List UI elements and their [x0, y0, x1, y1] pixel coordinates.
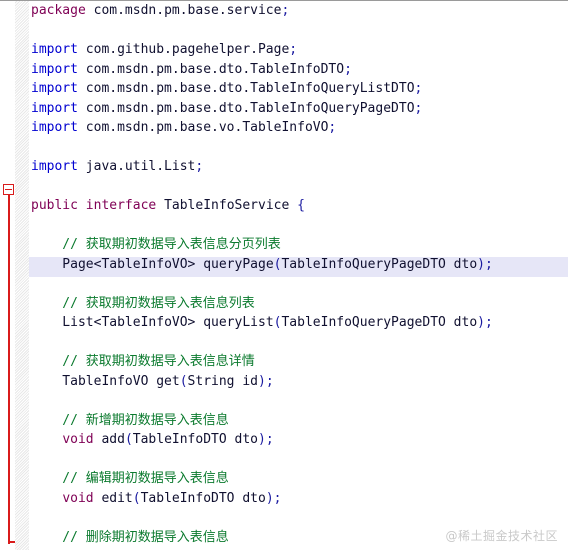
- code-line-blank[interactable]: [29, 508, 568, 528]
- code-token: import: [31, 81, 78, 96]
- code-token: ;: [328, 120, 337, 135]
- code-token: TableInfoDTO dto: [140, 490, 266, 506]
- code-line[interactable]: import java.util.List;: [29, 157, 568, 177]
- code-line[interactable]: import com.github.pagehelper.Page;: [29, 40, 568, 60]
- code-line-blank[interactable]: [29, 333, 568, 353]
- code-token: void: [62, 432, 94, 447]
- code-line[interactable]: void edit(TableInfoDTO dto);: [29, 489, 568, 509]
- code-token: List: [31, 315, 94, 330]
- code-token: 获取期初数据导入表信息分页列表: [85, 237, 281, 252]
- code-token: com.github.pagehelper.Page: [77, 42, 290, 57]
- code-token: String id: [187, 373, 258, 389]
- code-token: add: [93, 432, 125, 447]
- code-token: TableInfoQueryPageDTO dto: [281, 256, 478, 272]
- code-token: queryList: [195, 315, 274, 330]
- code-line[interactable]: // 获取期初数据导入表信息分页列表: [29, 235, 568, 255]
- code-line[interactable]: public interface TableInfoService {: [29, 196, 568, 216]
- code-token: import: [31, 159, 78, 174]
- code-line[interactable]: import com.msdn.pm.base.vo.TableInfoVO;: [29, 118, 568, 138]
- code-token: package: [31, 3, 86, 18]
- code-line[interactable]: Page<TableInfoVO> queryPage(TableInfoQue…: [29, 255, 568, 275]
- code-token: TableInfoDTO dto: [132, 432, 258, 447]
- code-token: (: [179, 373, 188, 389]
- fold-region-line-foot: [8, 541, 15, 543]
- code-token: import: [31, 42, 78, 57]
- code-token: queryPage: [195, 256, 274, 272]
- editor-gutter[interactable]: [0, 1, 29, 550]
- code-editor[interactable]: package com.msdn.pm.base.service; import…: [0, 0, 568, 550]
- code-token: );: [477, 315, 493, 330]
- code-token: void: [62, 490, 94, 506]
- code-line-blank[interactable]: [29, 21, 568, 41]
- code-line[interactable]: List<TableInfoVO> queryList(TableInfoQue…: [29, 313, 568, 333]
- code-token: com.msdn.pm.base.dto.TableInfoQueryPageD…: [77, 100, 415, 116]
- code-token: <TableInfoVO>: [93, 315, 196, 330]
- code-line-blank[interactable]: [29, 138, 568, 158]
- code-line[interactable]: import com.msdn.pm.base.dto.TableInfoDTO…: [29, 60, 568, 80]
- code-line-blank[interactable]: [29, 391, 568, 411]
- code-token: 获取期初数据导入表信息详情: [85, 354, 255, 369]
- code-token: //: [31, 529, 86, 545]
- code-token: (: [132, 490, 141, 506]
- code-token: {: [297, 198, 305, 213]
- code-token: );: [258, 432, 274, 447]
- gutter-annotation-strip: [15, 1, 29, 550]
- code-token: 删除期初数据导入表信息: [85, 529, 229, 545]
- code-line[interactable]: void add(TableInfoDTO dto);: [29, 430, 568, 450]
- code-token: 获取期初数据导入表信息列表: [85, 295, 255, 311]
- code-token: com.msdn.pm.base.dto.TableInfoQueryListD…: [77, 81, 415, 96]
- code-line[interactable]: // 获取期初数据导入表信息列表: [29, 294, 568, 314]
- code-token: TableInfoVO get: [31, 373, 180, 389]
- code-token: //: [31, 412, 86, 428]
- fold-region-line: [8, 194, 10, 544]
- code-token: //: [31, 237, 86, 252]
- code-line[interactable]: package com.msdn.pm.base.service;: [29, 1, 568, 21]
- code-content[interactable]: package com.msdn.pm.base.service; import…: [29, 1, 568, 550]
- code-token: com.msdn.pm.base.service: [85, 3, 282, 18]
- code-token: ;: [344, 61, 352, 77]
- code-token: Page: [31, 256, 94, 272]
- code-token: java.util.List: [77, 159, 196, 174]
- code-token: (: [124, 432, 133, 447]
- code-line-blank[interactable]: [29, 177, 568, 197]
- code-token: public: [31, 198, 78, 213]
- code-token: );: [477, 256, 493, 272]
- code-token: ;: [289, 42, 298, 57]
- code-token: 编辑期初数据导入表信息: [85, 471, 229, 486]
- code-token: import: [31, 61, 78, 77]
- code-token: 新增期初数据导入表信息: [85, 412, 229, 428]
- code-token: //: [31, 354, 86, 369]
- code-line[interactable]: // 新增期初数据导入表信息: [29, 411, 568, 431]
- code-token: );: [265, 490, 282, 506]
- code-token: com.msdn.pm.base.vo.TableInfoVO: [77, 120, 329, 135]
- code-token: interface: [85, 198, 157, 213]
- code-line[interactable]: // 获取期初数据导入表信息详情: [29, 352, 568, 372]
- code-token: com.msdn.pm.base.dto.TableInfoDTO: [77, 61, 345, 77]
- code-token: <TableInfoVO>: [93, 256, 196, 272]
- code-token: TableInfoService: [156, 198, 298, 213]
- code-token: //: [31, 471, 86, 486]
- watermark-label: @稀土掘金技术社区: [445, 529, 558, 543]
- code-line[interactable]: // 编辑期初数据导入表信息: [29, 469, 568, 489]
- code-token: //: [31, 295, 86, 311]
- code-token: ;: [414, 100, 423, 116]
- code-token: ;: [414, 81, 423, 96]
- code-line-current[interactable]: [29, 274, 568, 294]
- code-token: ;: [195, 159, 204, 174]
- code-token: );: [258, 373, 274, 389]
- code-token: edit: [93, 490, 133, 506]
- code-token: ;: [281, 3, 290, 18]
- code-token: import: [31, 120, 78, 135]
- code-line-blank[interactable]: [29, 450, 568, 470]
- code-line[interactable]: TableInfoVO get(String id);: [29, 372, 568, 392]
- code-line[interactable]: import com.msdn.pm.base.dto.TableInfoQue…: [29, 79, 568, 99]
- code-token: import: [31, 100, 78, 116]
- code-line[interactable]: import com.msdn.pm.base.dto.TableInfoQue…: [29, 99, 568, 119]
- code-line-blank[interactable]: [29, 216, 568, 236]
- fold-minus-icon[interactable]: [3, 184, 14, 195]
- code-token: TableInfoQueryPageDTO dto: [281, 315, 478, 330]
